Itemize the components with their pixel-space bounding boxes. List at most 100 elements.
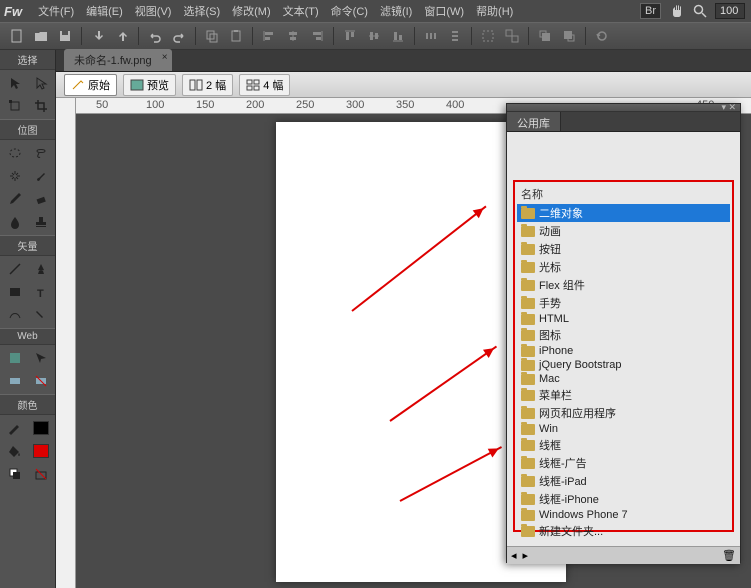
bridge-button[interactable]: Br	[640, 3, 661, 19]
library-folder-item[interactable]: 光标	[517, 258, 730, 276]
menu-filter[interactable]: 滤镜(I)	[374, 3, 418, 19]
document-tab[interactable]: 未命名-1.fw.png ×	[64, 49, 172, 71]
blur-tool[interactable]	[2, 211, 27, 233]
subselect-tool[interactable]	[28, 72, 53, 94]
lasso-tool[interactable]	[28, 142, 53, 164]
stroke-color[interactable]	[2, 417, 27, 439]
save-button[interactable]	[54, 26, 76, 46]
fill-color[interactable]	[2, 440, 27, 462]
undo-button[interactable]	[144, 26, 166, 46]
library-folder-item[interactable]: Windows Phone 7	[517, 508, 730, 522]
library-folder-item[interactable]: Mac	[517, 372, 730, 386]
import-button[interactable]	[87, 26, 109, 46]
library-folder-item[interactable]: 线框-iPhone	[517, 490, 730, 508]
eraser-tool[interactable]	[28, 188, 53, 210]
preview-view-button[interactable]: 预览	[123, 74, 176, 96]
wand-tool[interactable]	[2, 165, 27, 187]
rectangle-tool[interactable]	[2, 281, 27, 303]
library-folder-item[interactable]: iPhone	[517, 344, 730, 358]
open-button[interactable]	[30, 26, 52, 46]
brush-tool[interactable]	[28, 165, 53, 187]
hotspot-tool[interactable]	[2, 347, 27, 369]
swap-colors-button[interactable]	[28, 463, 53, 485]
menu-file[interactable]: 文件(F)	[32, 3, 80, 19]
folder-icon	[521, 226, 535, 237]
search-icon[interactable]	[693, 4, 707, 18]
menu-view[interactable]: 视图(V)	[129, 3, 178, 19]
distribute-v-button[interactable]	[444, 26, 466, 46]
align-middle-button[interactable]	[363, 26, 385, 46]
hide-slice-button[interactable]	[2, 370, 27, 392]
prev-button[interactable]: ◂	[511, 549, 517, 562]
folder-icon	[521, 440, 535, 451]
two-up-button[interactable]: 2 幅	[182, 74, 233, 96]
redo-button[interactable]	[168, 26, 190, 46]
ungroup-button[interactable]	[501, 26, 523, 46]
line-tool[interactable]	[2, 258, 27, 280]
pointer-tool[interactable]	[2, 72, 27, 94]
pen-tool[interactable]	[28, 258, 53, 280]
stroke-swatch[interactable]	[28, 417, 53, 439]
export-button[interactable]	[111, 26, 133, 46]
align-bottom-button[interactable]	[387, 26, 409, 46]
text-tool[interactable]: T	[28, 281, 53, 303]
crop-tool[interactable]	[28, 95, 53, 117]
library-header-name[interactable]: 名称	[517, 184, 730, 204]
default-colors-button[interactable]	[2, 463, 27, 485]
original-view-button[interactable]: 原始	[64, 74, 117, 96]
menu-window[interactable]: 窗口(W)	[418, 3, 470, 19]
show-slice-button[interactable]	[28, 370, 53, 392]
front-button[interactable]	[534, 26, 556, 46]
menu-modify[interactable]: 修改(M)	[226, 3, 277, 19]
library-folder-item[interactable]: 图标	[517, 326, 730, 344]
rotate-button[interactable]	[591, 26, 613, 46]
library-folder-item[interactable]: 菜单栏	[517, 386, 730, 404]
library-folder-item[interactable]: 线框	[517, 436, 730, 454]
scale-tool[interactable]	[2, 95, 27, 117]
library-folder-item[interactable]: Flex 组件	[517, 276, 730, 294]
align-left-button[interactable]	[258, 26, 280, 46]
delete-button[interactable]: 🗑	[722, 549, 736, 562]
align-center-button[interactable]	[282, 26, 304, 46]
tools-web-section: Web	[0, 328, 55, 345]
library-folder-item[interactable]: jQuery Bootstrap	[517, 358, 730, 372]
menu-help[interactable]: 帮助(H)	[470, 3, 519, 19]
fill-swatch[interactable]	[28, 440, 53, 462]
library-folder-item[interactable]: HTML	[517, 312, 730, 326]
library-folder-item[interactable]: 按钮	[517, 240, 730, 258]
freeform-tool[interactable]	[2, 304, 27, 326]
hand-icon[interactable]	[669, 3, 685, 19]
library-folder-item[interactable]: 线框-iPad	[517, 472, 730, 490]
group-button[interactable]	[477, 26, 499, 46]
library-folder-item[interactable]: 手势	[517, 294, 730, 312]
library-folder-item[interactable]: Win	[517, 422, 730, 436]
library-folder-item[interactable]: 新建文件夹...	[517, 522, 730, 540]
slice-tool[interactable]	[28, 347, 53, 369]
next-button[interactable]: ▸	[523, 549, 529, 562]
four-up-button[interactable]: 4 幅	[239, 74, 290, 96]
align-right-button[interactable]	[306, 26, 328, 46]
paste-button[interactable]	[225, 26, 247, 46]
marquee-tool[interactable]	[2, 142, 27, 164]
copy-button[interactable]	[201, 26, 223, 46]
menu-select[interactable]: 选择(S)	[177, 3, 226, 19]
back-button[interactable]	[558, 26, 580, 46]
close-tab-icon[interactable]: ×	[162, 52, 168, 63]
stamp-tool[interactable]	[28, 211, 53, 233]
zoom-input[interactable]: 100	[715, 3, 745, 19]
pencil-tool[interactable]	[2, 188, 27, 210]
menu-edit[interactable]: 编辑(E)	[80, 3, 129, 19]
library-folder-item[interactable]: 网页和应用程序	[517, 404, 730, 422]
library-folder-item[interactable]: 动画	[517, 222, 730, 240]
panel-titlebar[interactable]: ▾ ✕	[507, 104, 740, 112]
menu-command[interactable]: 命令(C)	[325, 3, 374, 19]
menu-text[interactable]: 文本(T)	[277, 3, 325, 19]
new-button[interactable]	[6, 26, 28, 46]
align-top-button[interactable]	[339, 26, 361, 46]
panel-menu-icon[interactable]: ▾ ✕	[721, 102, 736, 113]
library-folder-item[interactable]: 二维对象	[517, 204, 730, 222]
library-folder-item[interactable]: 线框-广告	[517, 454, 730, 472]
panel-tab-common-library[interactable]: 公用库	[507, 112, 561, 131]
distribute-h-button[interactable]	[420, 26, 442, 46]
knife-tool[interactable]	[28, 304, 53, 326]
